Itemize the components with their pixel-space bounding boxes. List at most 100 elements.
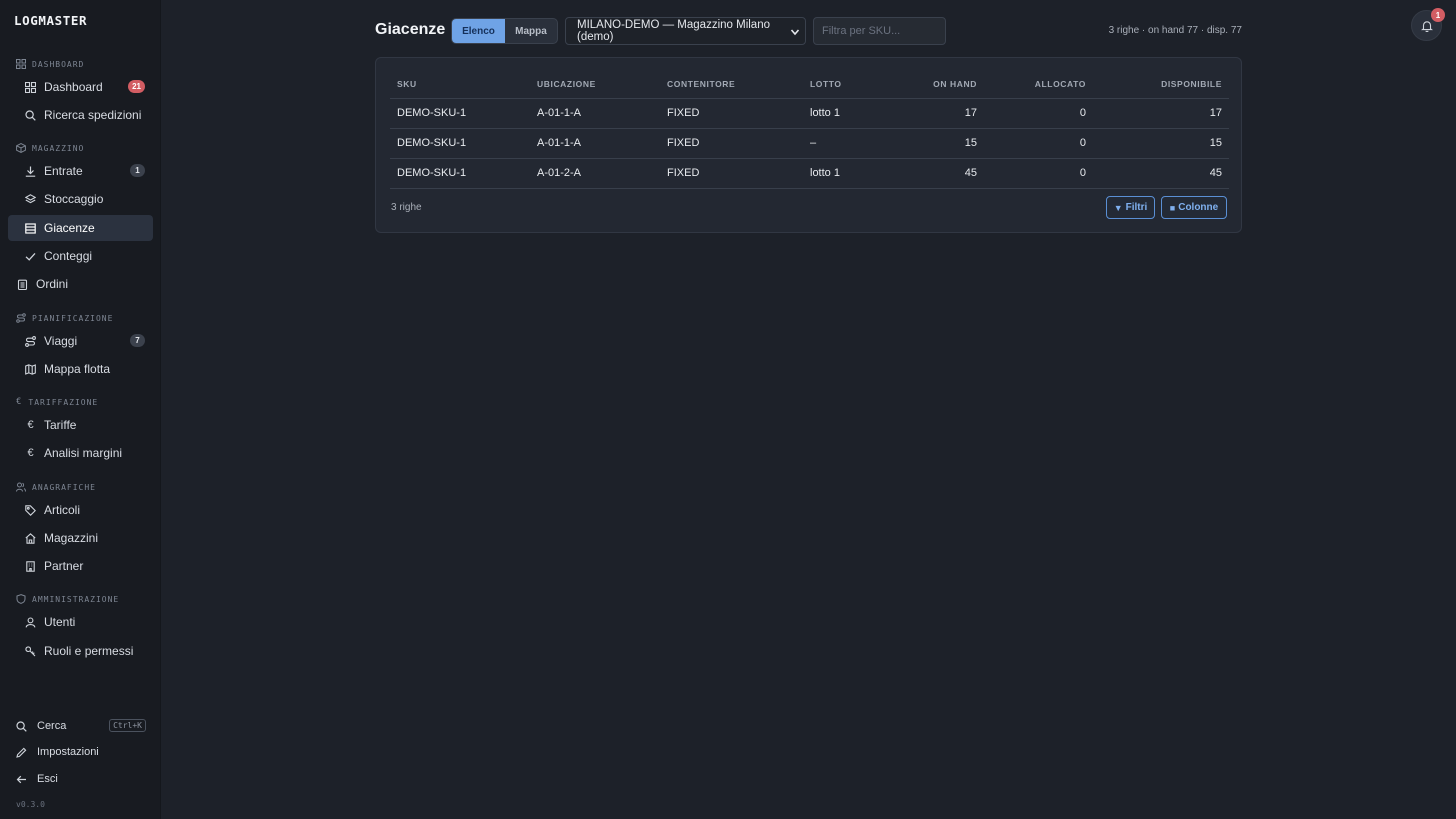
route-icon bbox=[16, 313, 26, 323]
page-title: Giacenze bbox=[375, 21, 446, 38]
sidebar-item-label: Partner bbox=[44, 559, 84, 573]
route-icon bbox=[24, 335, 37, 348]
section-dashboard: DASHBOARD bbox=[16, 57, 84, 71]
users-icon bbox=[16, 482, 26, 492]
sidebar-item-viaggi[interactable]: Viaggi 7 bbox=[8, 328, 153, 354]
table-row[interactable]: DEMO-SKU-1 A-01-2-A FIXED lotto 1 45 0 4… bbox=[390, 158, 1229, 189]
table-header-row: SKU UBICAZIONE CONTENITORE LOTTO ON HAND… bbox=[390, 70, 1229, 99]
cell-allocato: 0 bbox=[984, 98, 1093, 129]
cell-ubicazione: A-01-1-A bbox=[530, 128, 660, 159]
count-badge: 1 bbox=[130, 164, 145, 177]
chevron-down-icon bbox=[790, 29, 800, 36]
cell-contenitore: FIXED bbox=[660, 128, 803, 159]
cell-ubicazione: A-01-1-A bbox=[530, 98, 660, 129]
grid-icon bbox=[24, 81, 37, 94]
sidebar-item-dashboard[interactable]: Dashboard 21 bbox=[8, 74, 153, 100]
column-header-lotto[interactable]: LOTTO bbox=[803, 70, 883, 99]
sidebar-item-label: Tariffe bbox=[44, 418, 77, 432]
column-header-disponibile[interactable]: DISPONIBILE bbox=[1093, 70, 1229, 99]
sidebar-item-entrate[interactable]: Entrate 1 bbox=[8, 158, 153, 184]
column-header-contenitore[interactable]: CONTENITORE bbox=[660, 70, 803, 99]
sidebar-item-mappa-flotta[interactable]: Mappa flotta bbox=[8, 356, 153, 382]
sidebar-item-label: Magazzini bbox=[44, 531, 99, 545]
sidebar-item-tariffe[interactable]: € Tariffe bbox=[8, 412, 153, 438]
sidebar-item-label: Mappa flotta bbox=[44, 362, 111, 376]
key-icon bbox=[24, 645, 37, 658]
warehouse-select[interactable]: MILANO-DEMO — Magazzino Milano (demo) bbox=[565, 17, 806, 45]
cell-contenitore: FIXED bbox=[660, 98, 803, 129]
sku-filter-field[interactable] bbox=[813, 17, 946, 45]
column-header-allocato[interactable]: ALLOCATO bbox=[984, 70, 1093, 99]
euro-icon: € bbox=[27, 419, 34, 431]
sidebar-item-label: Ricerca spedizioni bbox=[44, 108, 142, 122]
section-magazzino: MAGAZZINO bbox=[16, 141, 84, 155]
tag-icon bbox=[24, 504, 37, 517]
cell-allocato: 0 bbox=[984, 158, 1093, 189]
app-logo: LOGMASTER bbox=[14, 13, 88, 28]
user-icon bbox=[24, 616, 37, 629]
stock-table-card: SKU UBICAZIONE CONTENITORE LOTTO ON HAND… bbox=[375, 57, 1242, 233]
notification-badge: 21 bbox=[128, 80, 145, 93]
sidebar: LOGMASTER DASHBOARD Dashboard 21 Ricerca… bbox=[0, 0, 161, 819]
cell-on-hand: 15 bbox=[883, 128, 984, 159]
sidebar-item-conteggi[interactable]: Conteggi bbox=[8, 243, 153, 269]
sidebar-item-articoli[interactable]: Articoli bbox=[8, 497, 153, 523]
filters-button[interactable]: ▼ Filtri bbox=[1106, 196, 1155, 219]
sidebar-item-label: Ordini bbox=[36, 277, 69, 291]
sidebar-item-magazzini[interactable]: Magazzini bbox=[8, 525, 153, 551]
box-icon bbox=[16, 143, 26, 153]
check-icon bbox=[24, 250, 37, 263]
section-anagrafiche: ANAGRAFICHE bbox=[16, 480, 96, 494]
cell-on-hand: 17 bbox=[883, 98, 984, 129]
cell-sku: DEMO-SKU-1 bbox=[390, 128, 530, 159]
warehouse-select-value: MILANO-DEMO — Magazzino Milano (demo) bbox=[577, 19, 770, 43]
sidebar-item-label: Utenti bbox=[44, 615, 76, 629]
sidebar-item-giacenze[interactable]: Giacenze bbox=[8, 215, 153, 241]
sku-filter-input[interactable] bbox=[822, 25, 945, 37]
cell-contenitore: FIXED bbox=[660, 158, 803, 189]
sidebar-item-label: Analisi margini bbox=[44, 446, 123, 460]
euro-icon: € bbox=[16, 397, 23, 407]
column-header-on-hand[interactable]: ON HAND bbox=[883, 70, 984, 99]
sidebar-item-label: Conteggi bbox=[44, 249, 93, 263]
building-icon bbox=[24, 560, 37, 573]
cell-lotto: lotto 1 bbox=[803, 158, 883, 189]
cell-ubicazione: A-01-2-A bbox=[530, 158, 660, 189]
sidebar-item-stoccaggio[interactable]: Stoccaggio bbox=[8, 186, 153, 212]
cell-allocato: 0 bbox=[984, 128, 1093, 159]
search-icon bbox=[24, 109, 37, 122]
section-tariffazione: € TARIFFAZIONE bbox=[16, 397, 99, 407]
row-count: 3 righe bbox=[391, 202, 422, 213]
keyboard-shortcut: Ctrl+K bbox=[109, 719, 146, 732]
logout-button[interactable]: Esci bbox=[8, 769, 153, 789]
sidebar-item-ordini[interactable]: Ordini bbox=[8, 271, 153, 297]
map-icon bbox=[24, 363, 37, 376]
view-toggle-list[interactable]: Elenco bbox=[452, 19, 505, 43]
sidebar-item-label: Dashboard bbox=[44, 80, 103, 94]
sidebar-item-label: Giacenze bbox=[44, 221, 95, 235]
cell-sku: DEMO-SKU-1 bbox=[390, 158, 530, 189]
sidebar-item-label: Ruoli e permessi bbox=[44, 644, 134, 658]
sidebar-item-ricerca-spedizioni[interactable]: Ricerca spedizioni bbox=[8, 102, 153, 128]
sidebar-item-ruoli-permessi[interactable]: Ruoli e permessi bbox=[8, 638, 153, 664]
sidebar-item-label: Viaggi bbox=[44, 334, 78, 348]
column-header-ubicazione[interactable]: UBICAZIONE bbox=[530, 70, 660, 99]
cell-lotto: – bbox=[803, 128, 883, 159]
table-row[interactable]: DEMO-SKU-1 A-01-1-A FIXED lotto 1 17 0 1… bbox=[390, 98, 1229, 129]
home-icon bbox=[24, 532, 37, 545]
clipboard-icon bbox=[16, 278, 29, 291]
sidebar-item-utenti[interactable]: Utenti bbox=[8, 609, 153, 635]
sidebar-item-analisi-margini[interactable]: € Analisi margini bbox=[8, 440, 153, 466]
stock-table: SKU UBICAZIONE CONTENITORE LOTTO ON HAND… bbox=[390, 70, 1229, 189]
search-command-button[interactable]: Cerca Ctrl+K bbox=[8, 716, 153, 736]
columns-button[interactable]: ■ Colonne bbox=[1161, 196, 1227, 219]
sidebar-item-label: Stoccaggio bbox=[44, 192, 104, 206]
table-row[interactable]: DEMO-SKU-1 A-01-1-A FIXED – 15 0 15 bbox=[390, 128, 1229, 159]
archive-icon bbox=[24, 222, 37, 235]
columns-icon: ■ bbox=[1169, 202, 1176, 213]
sidebar-item-partner[interactable]: Partner bbox=[8, 553, 153, 579]
column-header-sku[interactable]: SKU bbox=[390, 70, 530, 99]
view-toggle-map[interactable]: Mappa bbox=[505, 19, 557, 43]
cell-disponibile: 17 bbox=[1093, 98, 1229, 129]
settings-button[interactable]: Impostazioni bbox=[8, 742, 153, 762]
